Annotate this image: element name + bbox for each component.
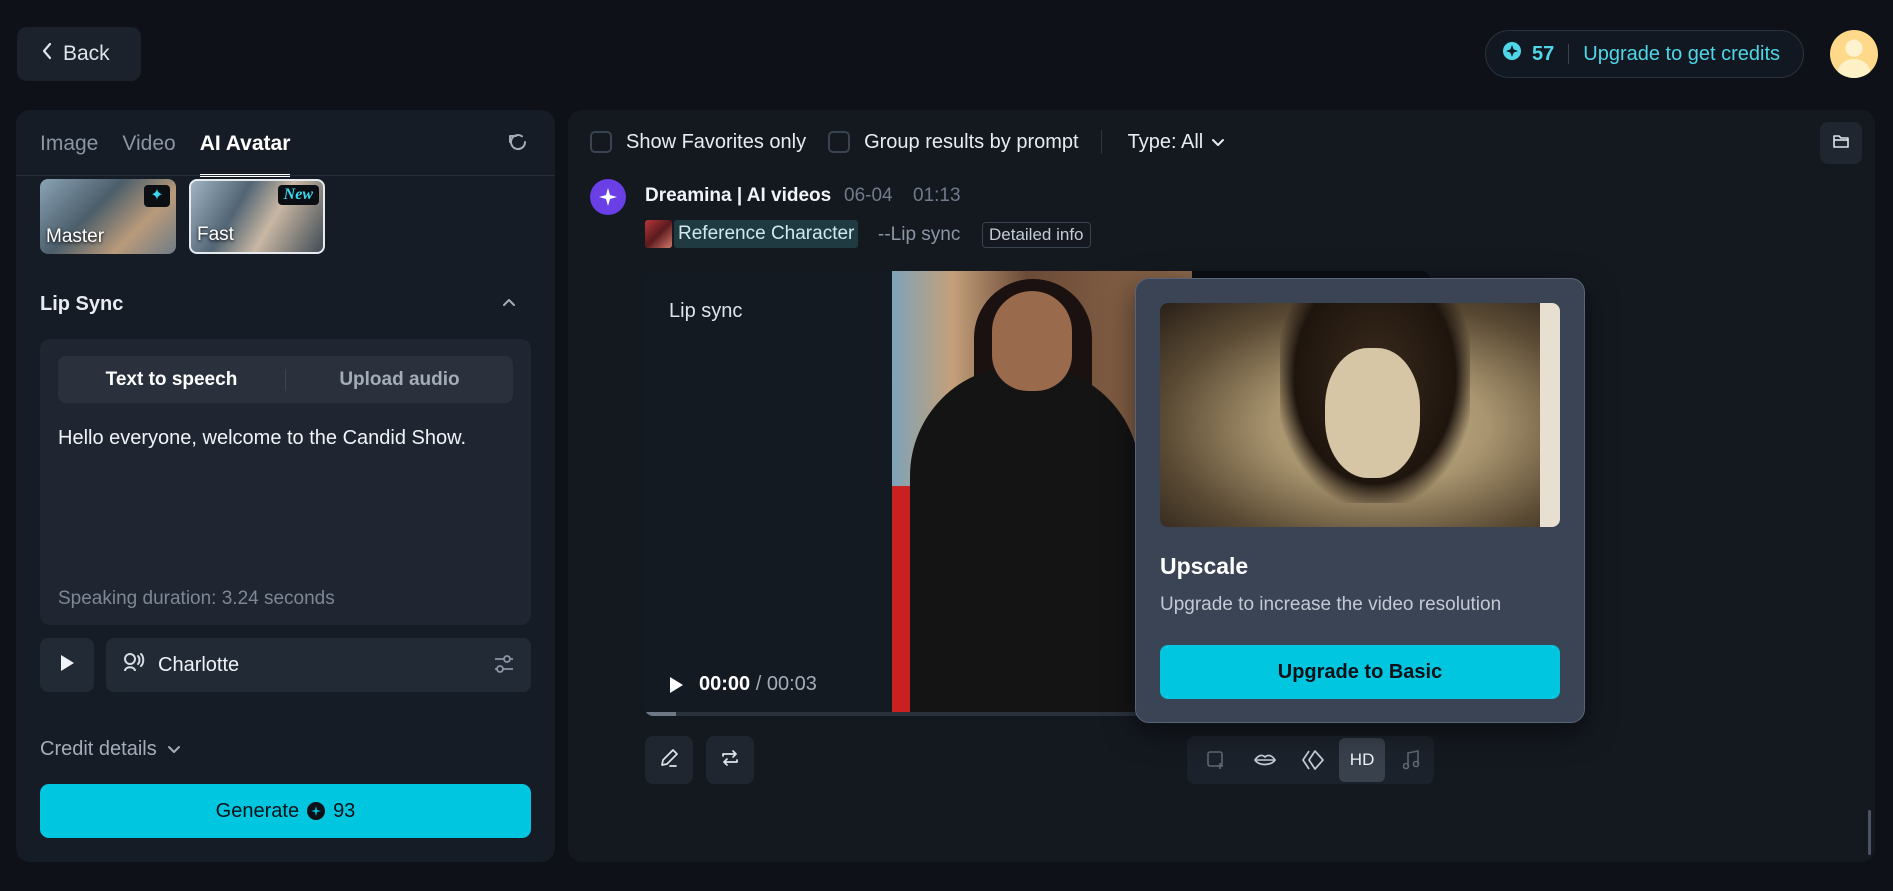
video-tools-bar: HD	[1187, 736, 1434, 784]
pencil-icon	[658, 747, 680, 774]
speaking-duration: Speaking duration: 3.24 seconds	[58, 588, 335, 609]
generation-sidebar: Image Video AI Avatar ✦ Master New Fast …	[16, 110, 555, 862]
group-checkbox[interactable]	[828, 131, 851, 153]
model-card-fast[interactable]: New Fast	[189, 179, 325, 254]
popover-title: Upscale	[1160, 553, 1249, 579]
video-duration: 00:03	[766, 673, 817, 695]
scrollbar[interactable]	[1868, 810, 1871, 855]
popover-description: Upgrade to increase the video resolution	[1160, 594, 1502, 615]
extend-icon[interactable]	[1193, 738, 1240, 782]
audio-source-toggle: Text to speech Upload audio	[58, 356, 513, 403]
back-button[interactable]: Back	[17, 27, 141, 81]
chevron-left-icon	[41, 42, 53, 66]
upscale-preview-image	[1160, 303, 1560, 527]
tab-ai-avatar[interactable]: AI Avatar	[199, 132, 291, 177]
group-label: Group results by prompt	[864, 130, 1079, 153]
model-card-master[interactable]: ✦ Master	[40, 179, 176, 254]
detailed-info-button[interactable]: Detailed info	[982, 222, 1091, 248]
generate-label: Generate	[215, 799, 300, 822]
credits-pill[interactable]: 57 Upgrade to get credits	[1485, 30, 1804, 78]
back-label: Back	[63, 42, 110, 65]
reference-thumbnail[interactable]	[645, 220, 672, 248]
entry-mode: --Lip sync	[878, 224, 961, 245]
model-label: Fast	[197, 224, 234, 245]
credit-coin-icon	[307, 802, 326, 820]
upgrade-credits-link[interactable]: Upgrade to get credits	[1583, 43, 1780, 66]
credit-details-label: Credit details	[40, 738, 157, 760]
tab-upload-audio[interactable]: Upload audio	[286, 369, 513, 391]
reference-character-chip[interactable]: Reference Character	[674, 220, 859, 248]
music-icon[interactable]	[1387, 738, 1434, 782]
mode-tabs: Image Video AI Avatar	[40, 132, 291, 177]
video-person-head	[992, 291, 1072, 391]
voice-selector[interactable]: Charlotte	[106, 638, 531, 692]
user-avatar[interactable]	[1830, 30, 1878, 78]
new-badge: New	[277, 185, 319, 205]
upscale-popover: Upscale Upgrade to increase the video re…	[1135, 278, 1585, 723]
lipsync-panel: Text to speech Upload audio Hello everyo…	[40, 339, 531, 625]
entry-title: Dreamina | AI videos	[645, 185, 832, 206]
model-label: Master	[46, 226, 105, 247]
favorites-label: Show Favorites only	[626, 130, 807, 153]
preview-compare-strip	[1540, 303, 1560, 527]
filter-bar: Show Favorites only Group results by pro…	[590, 130, 1225, 154]
hd-upscale-button[interactable]: HD	[1338, 738, 1386, 782]
tab-text-to-speech[interactable]: Text to speech	[58, 369, 285, 391]
sparkle-icon: ✦	[144, 185, 170, 207]
refresh-icon[interactable]	[506, 130, 536, 160]
entry-date: 06-04	[844, 185, 893, 206]
edit-button[interactable]	[645, 736, 693, 784]
type-label: Type: All	[1127, 130, 1204, 153]
lipsync-section-title: Lip Sync	[40, 293, 124, 315]
chevron-up-icon[interactable]	[500, 294, 522, 316]
video-time: 00:00 / 00:03	[699, 673, 817, 696]
credits-count: 57	[1532, 42, 1555, 65]
favorites-filter[interactable]: Show Favorites only	[590, 131, 806, 154]
dreamina-logo-icon	[590, 179, 626, 215]
folder-icon	[1832, 133, 1850, 154]
group-filter[interactable]: Group results by prompt	[828, 131, 1079, 154]
entry-time: 01:13	[913, 185, 961, 206]
tab-image[interactable]: Image	[40, 132, 98, 177]
generate-cost: 93	[333, 799, 356, 822]
repeat-icon	[719, 747, 741, 774]
chevron-down-icon	[1211, 131, 1225, 154]
regenerate-button[interactable]	[706, 736, 754, 784]
credit-coin-icon	[1502, 41, 1522, 67]
generate-button[interactable]: Generate 93	[40, 784, 531, 838]
video-letterbox	[645, 271, 892, 716]
play-icon[interactable]	[667, 675, 685, 700]
folder-button[interactable]	[1820, 122, 1862, 164]
video-current-time: 00:00	[699, 673, 751, 695]
voice-icon	[122, 651, 146, 679]
video-time-separator: /	[750, 673, 767, 695]
tab-video[interactable]: Video	[122, 132, 175, 177]
video-person-body	[910, 366, 1140, 716]
chevron-down-icon	[167, 738, 181, 761]
lips-icon[interactable]	[1242, 738, 1289, 782]
video-progress-fill	[645, 712, 677, 716]
divider	[1568, 44, 1570, 64]
speech-text-input[interactable]: Hello everyone, welcome to the Candid Sh…	[58, 425, 513, 451]
divider	[1100, 130, 1102, 154]
preview-play-button[interactable]	[40, 638, 94, 692]
voice-name: Charlotte	[158, 653, 240, 676]
upgrade-to-basic-button[interactable]: Upgrade to Basic	[1160, 645, 1560, 699]
video-label: Lip sync	[669, 300, 743, 322]
play-icon	[58, 653, 76, 678]
sliders-icon[interactable]	[493, 653, 515, 681]
favorites-checkbox[interactable]	[590, 131, 612, 153]
credit-details-toggle[interactable]: Credit details	[40, 738, 181, 761]
divider	[16, 175, 555, 176]
type-dropdown[interactable]: Type: All	[1128, 131, 1226, 154]
preview-face	[1325, 348, 1420, 478]
interpolate-icon[interactable]	[1290, 738, 1337, 782]
